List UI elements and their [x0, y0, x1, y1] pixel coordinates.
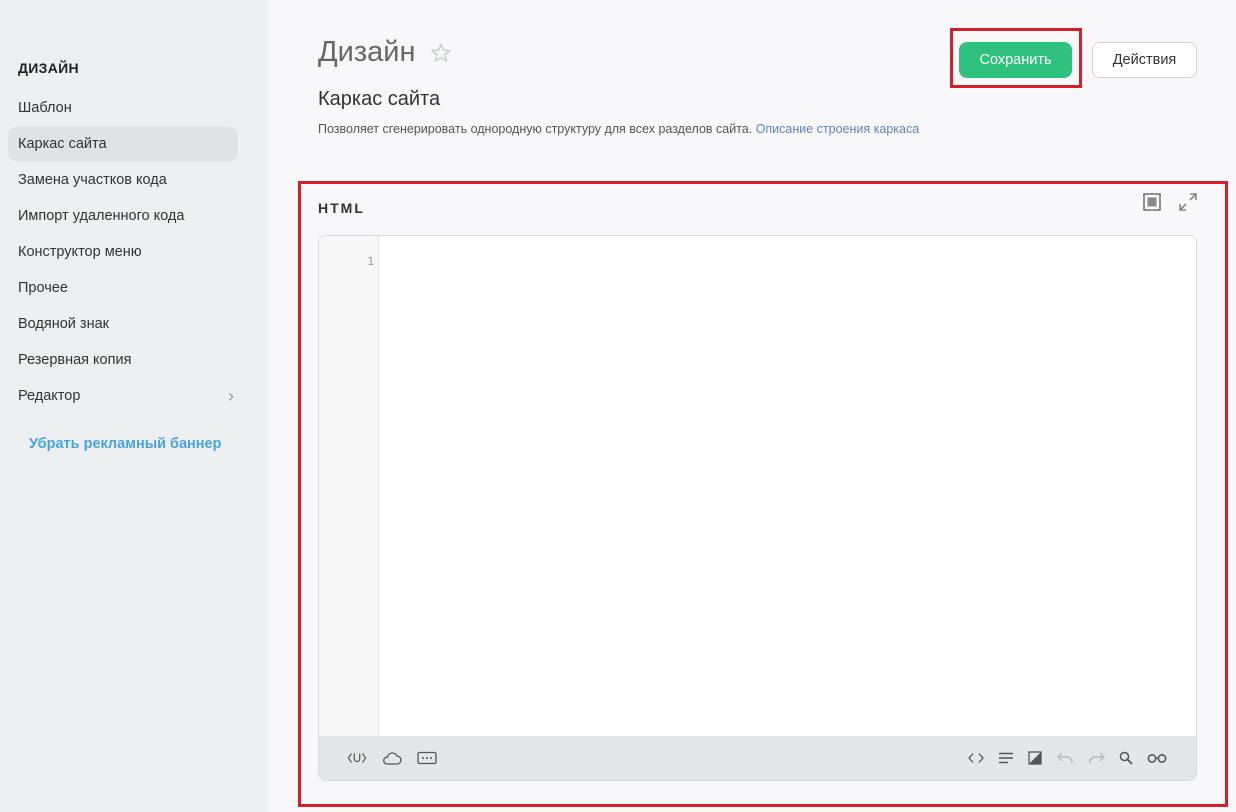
editor-toolbar — [319, 736, 1196, 780]
sidebar-item-template[interactable]: Шаблон — [8, 91, 238, 125]
line-gutter: 1 — [319, 236, 379, 738]
sidebar-heading: ДИЗАЙН — [18, 60, 79, 76]
keyboard-icon[interactable] — [417, 748, 437, 768]
toggle-panel-icon[interactable] — [1143, 193, 1161, 211]
variable-insert-icon[interactable] — [347, 748, 367, 768]
fullscreen-icon[interactable] — [1178, 192, 1198, 212]
sidebar-item-editor[interactable]: Редактор › — [8, 379, 238, 413]
redo-icon[interactable] — [1087, 748, 1107, 768]
section-description: Позволяет сгенерировать однородную струк… — [318, 121, 928, 138]
save-button[interactable]: Сохранить — [959, 42, 1072, 78]
search-icon[interactable] — [1116, 748, 1136, 768]
theme-icon[interactable] — [1025, 748, 1045, 768]
code-input-area[interactable] — [380, 236, 1196, 738]
actions-button[interactable]: Действия — [1092, 42, 1197, 78]
code-icon[interactable] — [966, 748, 986, 768]
sidebar-item-watermark[interactable]: Водяной знак — [8, 307, 238, 341]
chevron-right-icon: › — [228, 386, 234, 406]
sidebar: ДИЗАЙН Шаблон Каркас сайта Замена участк… — [0, 0, 268, 812]
page-title: Дизайн — [318, 36, 416, 68]
sidebar-item-menu-builder[interactable]: Конструктор меню — [8, 235, 238, 269]
code-editor[interactable]: 1 — [318, 235, 1197, 781]
editor-label: HTML — [318, 200, 365, 216]
cloud-icon[interactable] — [382, 748, 402, 768]
remove-ad-banner-link[interactable]: Убрать рекламный баннер — [29, 436, 221, 452]
sidebar-item-remote-import[interactable]: Импорт удаленного кода — [8, 199, 238, 233]
glasses-icon[interactable] — [1147, 748, 1167, 768]
star-icon[interactable] — [430, 42, 452, 64]
sidebar-item-other[interactable]: Прочее — [8, 271, 238, 305]
undo-icon[interactable] — [1055, 748, 1075, 768]
description-text: Позволяет сгенерировать однородную струк… — [318, 122, 753, 136]
sidebar-item-site-frame[interactable]: Каркас сайта — [8, 127, 238, 161]
line-number: 1 — [367, 255, 374, 268]
align-icon[interactable] — [996, 748, 1016, 768]
sidebar-item-code-replace[interactable]: Замена участков кода — [8, 163, 238, 197]
section-subtitle: Каркас сайта — [318, 88, 441, 110]
sidebar-item-label: Редактор — [18, 388, 81, 404]
description-link[interactable]: Описание строения каркаса — [756, 122, 920, 136]
sidebar-item-backup[interactable]: Резервная копия — [8, 343, 238, 377]
